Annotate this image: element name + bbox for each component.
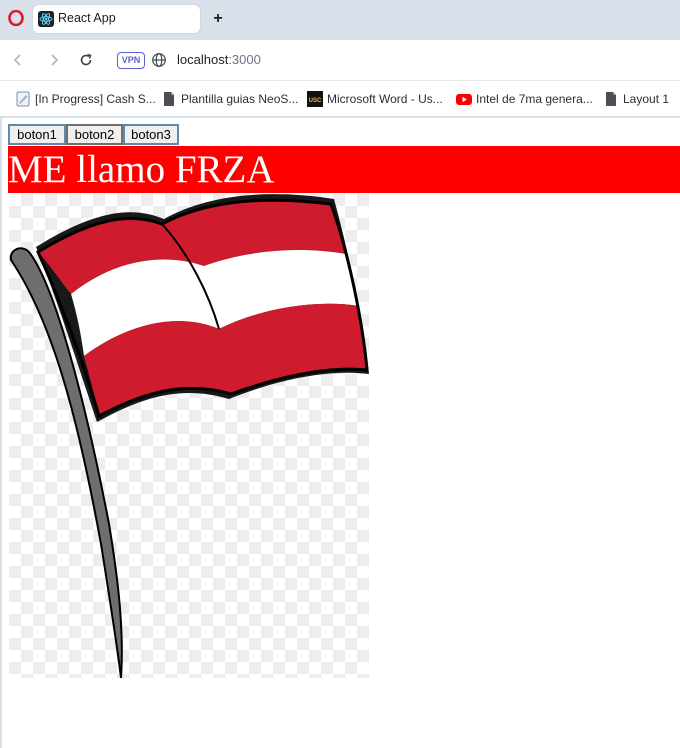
- bookmark-cash[interactable]: [In Progress] Cash S...: [15, 90, 156, 108]
- back-arrow-icon[interactable]: [9, 51, 27, 69]
- forward-arrow-icon[interactable]: [45, 51, 63, 69]
- youtube-icon: [456, 94, 472, 105]
- bookmark-label: Plantilla guias NeoS...: [181, 92, 299, 106]
- address-toolbar: VPN localhost:3000: [0, 40, 680, 80]
- bookmark-label: Microsoft Word - Us...: [327, 92, 443, 106]
- page-viewport: boton1 boton2 boton3 ME llamo FRZA: [2, 118, 680, 748]
- boton2-button[interactable]: boton2: [66, 124, 123, 145]
- flag-image: [9, 194, 369, 679]
- globe-icon[interactable]: [151, 52, 167, 68]
- bookmark-intel[interactable]: Intel de 7ma genera...: [456, 90, 596, 108]
- react-icon: [38, 11, 54, 27]
- file-icon: [164, 92, 174, 106]
- tab-react-app[interactable]: React App: [33, 5, 200, 33]
- url-host: localhost: [177, 52, 229, 67]
- document-pencil-icon: [16, 91, 30, 107]
- usc-logo-icon: USC: [307, 91, 323, 107]
- new-tab-button[interactable]: +: [209, 10, 227, 28]
- file-icon: [606, 92, 616, 106]
- bookmark-plantilla[interactable]: Plantilla guias NeoS...: [161, 90, 301, 108]
- tab-strip: React App +: [0, 0, 680, 38]
- vpn-badge-button[interactable]: VPN: [117, 52, 145, 69]
- tab-title: React App: [58, 11, 116, 25]
- austria-flag-icon: [9, 194, 369, 679]
- url-field[interactable]: localhost:3000: [177, 52, 261, 67]
- bookmark-label: Intel de 7ma genera...: [476, 92, 593, 106]
- reload-icon[interactable]: [77, 51, 95, 69]
- opera-logo-icon[interactable]: [8, 10, 24, 26]
- bookmark-microsoft-word[interactable]: USC Microsoft Word - Us...: [307, 90, 449, 108]
- svg-text:USC: USC: [309, 98, 322, 104]
- bookmark-label: Layout 1: [623, 92, 670, 106]
- bookmark-layout-1[interactable]: Layout 1: [603, 90, 673, 108]
- url-port: :3000: [228, 52, 261, 67]
- page-heading: ME llamo FRZA: [8, 146, 680, 193]
- bookmarks-bar: [In Progress] Cash S... Plantilla guias …: [0, 80, 680, 116]
- boton1-button[interactable]: boton1: [8, 124, 66, 145]
- bookmark-label: [In Progress] Cash S...: [35, 92, 156, 106]
- boton3-button[interactable]: boton3: [123, 124, 179, 145]
